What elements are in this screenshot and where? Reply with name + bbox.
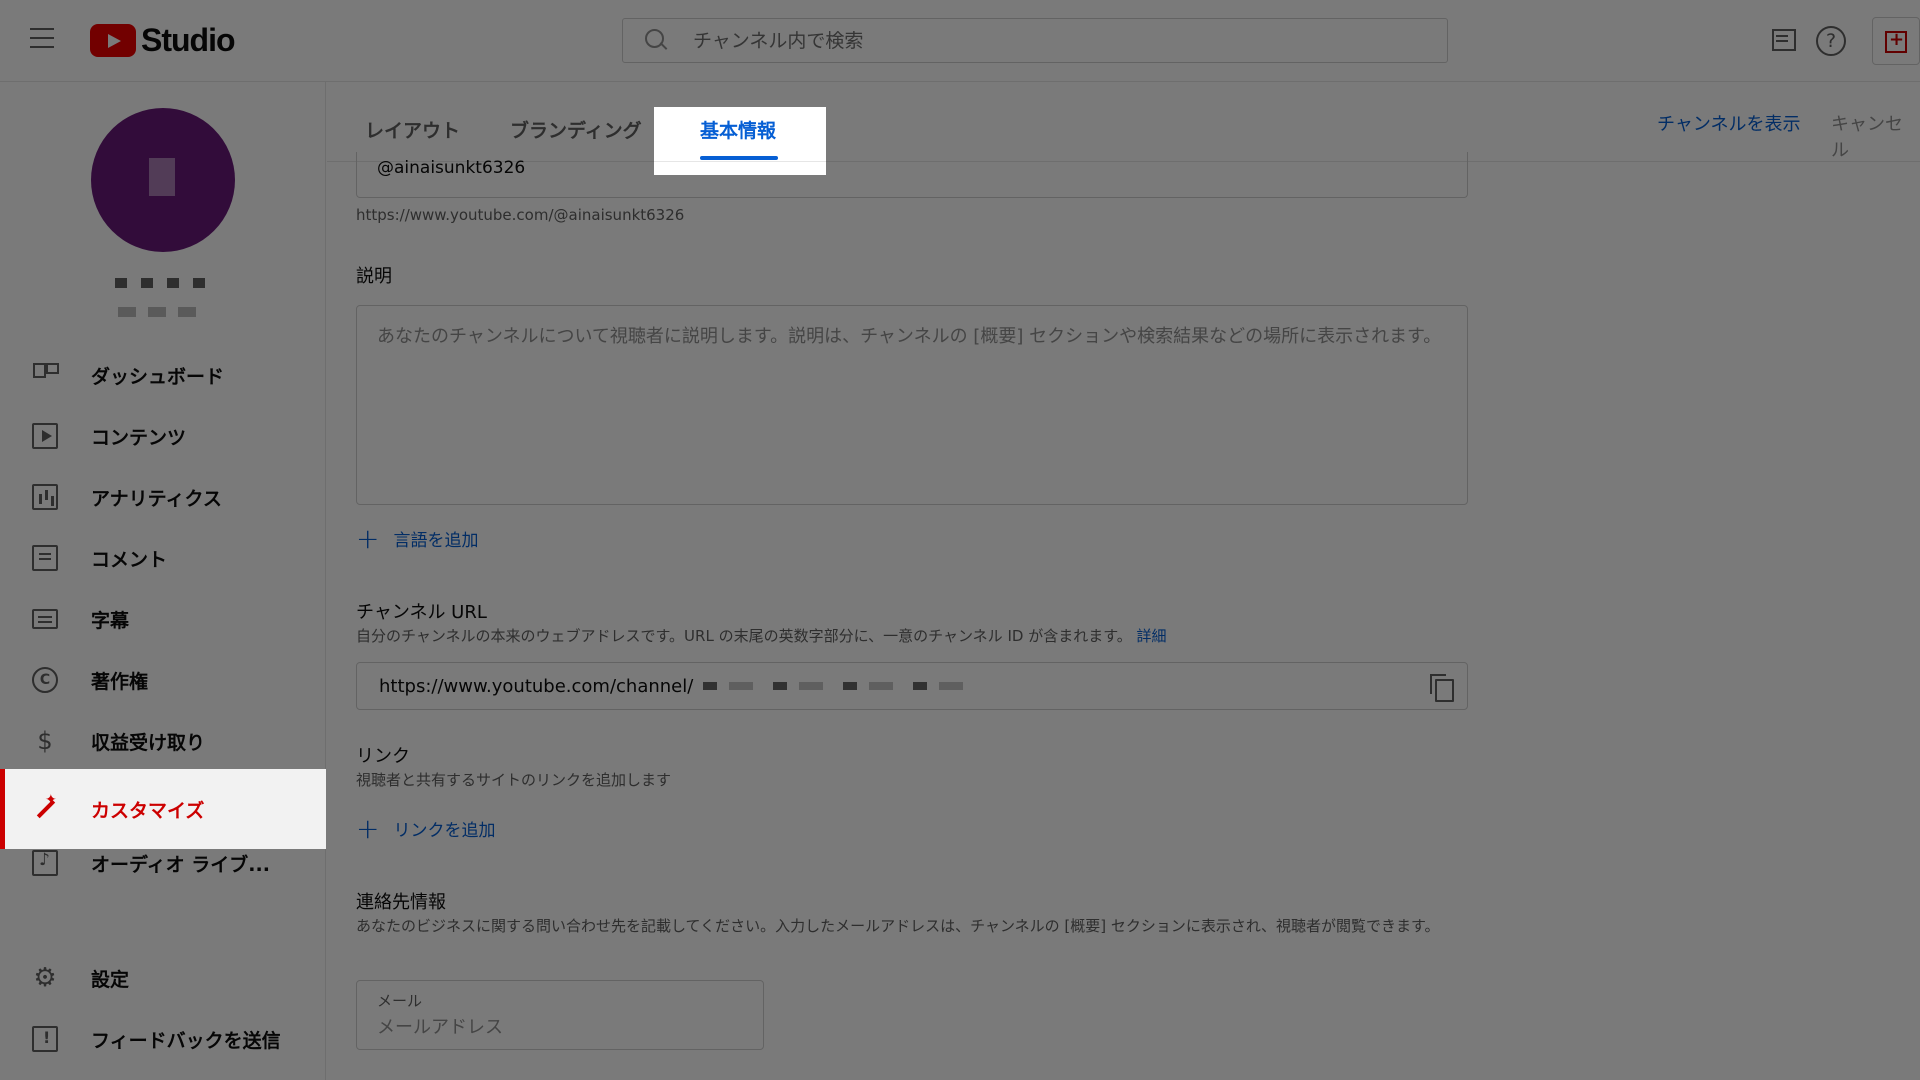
- copyright-icon: C: [32, 667, 58, 693]
- channel-url-description: 自分のチャンネルの本来のウェブアドレスです。URL の末尾の英数字部分に、一意の…: [356, 625, 1468, 648]
- channel-url-value: https://www.youtube.com/channel/: [379, 675, 694, 697]
- audio-library-icon: [32, 850, 58, 876]
- email-field[interactable]: メール: [356, 980, 764, 1050]
- plus-icon: +: [356, 811, 380, 845]
- handle-url: https://www.youtube.com/@ainaisunkt6326: [356, 206, 685, 224]
- help-icon[interactable]: ?: [1816, 26, 1846, 56]
- sidebar-item-analytics[interactable]: アナリティクス: [0, 466, 326, 528]
- dollar-icon: $: [37, 727, 53, 755]
- sidebar-item-content[interactable]: コンテンツ: [0, 405, 326, 467]
- create-video-icon[interactable]: [1872, 17, 1920, 65]
- sidebar-item-subtitles[interactable]: 字幕: [0, 588, 326, 650]
- description-textarea[interactable]: あなたのチャンネルについて視聴者に説明します。説明は、チャンネルの [概要] セ…: [356, 305, 1468, 505]
- gear-icon: ⚙: [33, 963, 57, 993]
- links-description: 視聴者と共有するサイトのリンクを追加します: [356, 771, 672, 789]
- email-label: メール: [377, 992, 423, 1010]
- contact-description: あなたのビジネスに関する問い合わせ先を記載してください。入力したメールアドレスは…: [356, 917, 1440, 935]
- channel-name-redacted: [115, 278, 207, 288]
- search-input[interactable]: [693, 29, 1393, 52]
- comments-icon: [32, 545, 58, 571]
- sidebar-item-label: フィードバックを送信: [91, 1029, 281, 1052]
- customization-tabs: レイアウト ブランディング 基本情報 チャンネルを表示 キャンセル: [327, 82, 1920, 162]
- sidebar: ダッシュボード コンテンツ アナリティクス コメント 字幕 C 著作権 $ 収益…: [0, 82, 326, 1080]
- details-link[interactable]: 詳細: [1136, 627, 1166, 645]
- search-bar[interactable]: [622, 18, 1448, 63]
- channel-avatar[interactable]: [91, 108, 235, 252]
- sidebar-item-label: 著作権: [91, 670, 149, 693]
- top-header: Studio ?: [0, 0, 1920, 82]
- links-title: リンク: [356, 746, 410, 767]
- sidebar-item-label: アナリティクス: [91, 487, 222, 510]
- sidebar-item-dashboard[interactable]: ダッシュボード: [0, 344, 326, 406]
- sidebar-item-comments[interactable]: コメント: [0, 527, 326, 589]
- feedback-flag-icon: [32, 1026, 58, 1052]
- channel-url-desc-text: 自分のチャンネルの本来のウェブアドレスです。URL の末尾の英数字部分に、一意の…: [356, 627, 1132, 645]
- tab-layout[interactable]: レイアウト: [365, 116, 460, 143]
- dashboard-icon: [32, 362, 59, 388]
- youtube-logo-icon: [90, 24, 136, 57]
- cancel-button[interactable]: キャンセル: [1831, 110, 1920, 162]
- tab-basic-info[interactable]: 基本情報: [700, 116, 776, 143]
- add-link-button[interactable]: + リンクを追加: [356, 811, 496, 845]
- sidebar-item-copyright[interactable]: C 著作権: [0, 649, 326, 711]
- channel-id-redacted: [703, 682, 964, 690]
- sidebar-item-label: ダッシュボード: [91, 365, 225, 388]
- handle-input[interactable]: @ainaisunkt6326: [356, 152, 1468, 198]
- sidebar-item-settings[interactable]: ⚙ 設定: [0, 947, 326, 1009]
- sidebar-item-label: 設定: [91, 968, 130, 991]
- studio-logo[interactable]: Studio: [90, 22, 236, 59]
- add-language-label: 言語を追加: [393, 531, 479, 551]
- content-icon: [32, 423, 58, 449]
- feedback-icon[interactable]: [1766, 24, 1800, 58]
- sidebar-item-label: オーディオ ライブ...: [91, 853, 270, 876]
- tab-branding[interactable]: ブランディング: [510, 116, 642, 143]
- analytics-icon: [32, 484, 58, 510]
- contact-title: 連絡先情報: [356, 892, 446, 913]
- sidebar-item-label: カスタマイズ: [91, 799, 205, 822]
- sidebar-item-earn[interactable]: $ 収益受け取り: [0, 710, 326, 772]
- sidebar-item-label: コメント: [91, 548, 168, 571]
- view-channel-link[interactable]: チャンネルを表示: [1657, 110, 1800, 136]
- copy-icon[interactable]: [1429, 673, 1454, 702]
- channel-url-title: チャンネル URL: [356, 602, 487, 623]
- menu-icon[interactable]: [30, 28, 60, 52]
- sidebar-item-label: 字幕: [91, 609, 130, 632]
- channel-url-field: https://www.youtube.com/channel/: [356, 662, 1468, 710]
- sidebar-item-label: 収益受け取り: [91, 731, 206, 754]
- plus-icon: +: [356, 521, 380, 555]
- magic-wand-icon: [32, 792, 58, 822]
- subtitles-icon: [32, 609, 58, 629]
- brand-text: Studio: [141, 22, 236, 58]
- search-icon[interactable]: [643, 27, 671, 55]
- email-input[interactable]: [377, 1017, 737, 1038]
- sidebar-item-label: コンテンツ: [91, 426, 187, 449]
- sidebar-item-audio-library[interactable]: オーディオ ライブ...: [0, 832, 326, 894]
- add-language-button[interactable]: + 言語を追加: [356, 521, 479, 555]
- add-link-label: リンクを追加: [393, 821, 496, 841]
- sidebar-item-send-feedback[interactable]: フィードバックを送信: [0, 1008, 326, 1070]
- description-title: 説明: [356, 266, 392, 287]
- channel-handle-redacted: [118, 307, 206, 317]
